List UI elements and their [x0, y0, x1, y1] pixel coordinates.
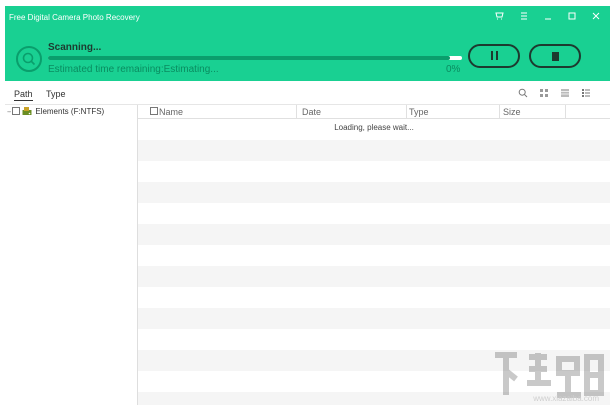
table-row	[138, 245, 610, 266]
column-name[interactable]: Name	[159, 107, 183, 117]
cart-icon[interactable]	[492, 11, 508, 25]
scan-progress-fill	[48, 56, 450, 60]
app-window: Free Digital Camera Photo Recovery Scann…	[5, 6, 610, 405]
tab-path[interactable]: Path	[14, 89, 33, 101]
scan-header: Free Digital Camera Photo Recovery Scann…	[5, 6, 610, 81]
grid-view-icon[interactable]	[538, 88, 550, 100]
scan-progress-bar	[48, 56, 462, 60]
progress-percent: 0%	[446, 64, 461, 75]
folder-tree: -- Elements (F:NTFS)	[5, 105, 138, 405]
search-icon[interactable]	[517, 88, 529, 100]
tree-item-checkbox[interactable]	[12, 107, 21, 115]
window-controls	[492, 11, 604, 25]
watermark-url: www.xiazaiba.com	[533, 394, 599, 403]
view-tools	[517, 88, 592, 100]
loading-message: Loading, please wait...	[334, 123, 414, 132]
maximize-icon[interactable]	[564, 11, 580, 25]
watermark-logo: www.xiazaiba.com	[489, 349, 609, 405]
column-type[interactable]: Type	[409, 107, 429, 117]
window-title: Free Digital Camera Photo Recovery	[9, 13, 140, 22]
table-row	[138, 224, 610, 245]
column-date[interactable]: Date	[302, 107, 321, 117]
table-row	[138, 140, 610, 161]
table-row	[138, 182, 610, 203]
table-row	[138, 287, 610, 308]
close-icon[interactable]	[588, 11, 604, 25]
file-list-header: Name Date Type Size	[138, 105, 610, 119]
select-all-checkbox[interactable]	[150, 107, 158, 115]
column-divider	[296, 105, 297, 118]
column-divider	[406, 105, 407, 118]
pause-button[interactable]	[468, 44, 520, 68]
pause-icon	[489, 50, 499, 62]
tree-item-label: Elements (F:NTFS)	[35, 106, 105, 116]
scan-status: Scanning...	[48, 42, 102, 53]
table-row	[138, 266, 610, 287]
scan-search-icon	[16, 46, 42, 72]
stop-button[interactable]	[529, 44, 581, 68]
menu-icon[interactable]	[516, 11, 532, 25]
minimize-icon[interactable]	[540, 11, 556, 25]
estimated-time-text: Estimated time remaining:Estimating...	[48, 64, 219, 75]
view-tab-bar: Path Type	[5, 86, 610, 105]
list-view-icon[interactable]	[559, 88, 571, 100]
stop-icon	[551, 51, 559, 61]
drive-icon	[22, 107, 32, 115]
tab-type[interactable]: Type	[46, 89, 66, 99]
table-row	[138, 161, 610, 182]
tree-connector: --	[7, 106, 11, 116]
tree-item-root[interactable]: -- Elements (F:NTFS)	[7, 106, 104, 116]
table-row	[138, 203, 610, 224]
column-divider	[499, 105, 500, 118]
column-size[interactable]: Size	[503, 107, 521, 117]
detail-view-icon[interactable]	[580, 88, 592, 100]
table-row	[138, 308, 610, 329]
table-row	[138, 329, 610, 350]
column-divider	[565, 105, 566, 118]
